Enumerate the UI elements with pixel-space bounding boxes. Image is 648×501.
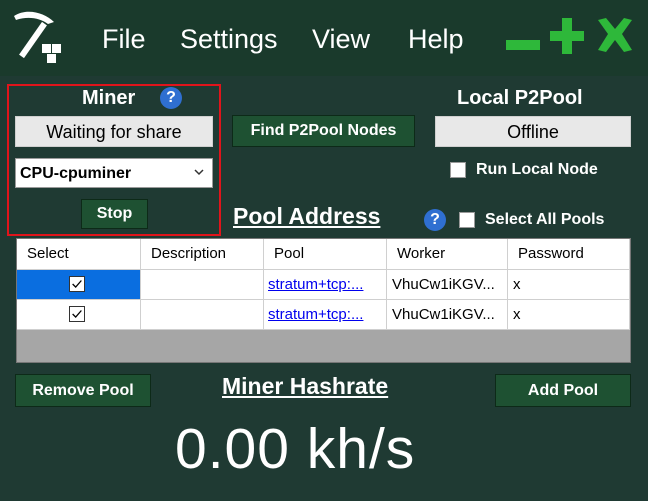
miner-highlight-frame — [7, 84, 221, 236]
menu-view[interactable]: View — [312, 24, 370, 55]
maximize-icon[interactable] — [548, 14, 588, 58]
select-cell[interactable] — [17, 300, 141, 329]
local-p2pool-title: Local P2Pool — [457, 87, 583, 109]
checked-checkbox-icon[interactable] — [69, 306, 85, 322]
grid-header: Select Description Pool Worker Password — [17, 239, 630, 270]
worker-cell[interactable]: VhuCw1iKGV... — [387, 300, 508, 329]
table-row[interactable]: stratum+tcp:... VhuCw1iKGV... x — [17, 270, 630, 300]
pool-grid[interactable]: Select Description Pool Worker Password … — [16, 238, 631, 363]
remove-pool-button[interactable]: Remove Pool — [15, 374, 151, 407]
col-worker[interactable]: Worker — [387, 239, 508, 269]
col-description[interactable]: Description — [141, 239, 264, 269]
p2pool-status-button[interactable]: Offline — [435, 116, 631, 147]
close-icon[interactable] — [594, 14, 636, 58]
minimize-icon[interactable] — [504, 14, 544, 58]
question-icon[interactable]: ? — [424, 209, 446, 231]
col-pool[interactable]: Pool — [264, 239, 387, 269]
pool-address-title: Pool Address — [233, 203, 381, 229]
description-cell[interactable] — [141, 300, 264, 329]
add-pool-button[interactable]: Add Pool — [495, 374, 631, 407]
password-cell[interactable]: x — [508, 270, 630, 299]
menu-file[interactable]: File — [102, 24, 146, 55]
checked-checkbox-icon[interactable] — [69, 276, 85, 292]
pickaxe-logo-icon — [14, 11, 61, 63]
col-select[interactable]: Select — [17, 239, 141, 269]
select-cell[interactable] — [17, 270, 141, 299]
pool-cell[interactable]: stratum+tcp:... — [264, 270, 387, 299]
pool-cell[interactable]: stratum+tcp:... — [264, 300, 387, 329]
table-row[interactable]: stratum+tcp:... VhuCw1iKGV... x — [17, 300, 630, 330]
menu-help[interactable]: Help — [408, 24, 464, 55]
worker-cell[interactable]: VhuCw1iKGV... — [387, 270, 508, 299]
find-p2pool-nodes-button[interactable]: Find P2Pool Nodes — [232, 115, 415, 147]
pool-link[interactable]: stratum+tcp:... — [268, 276, 363, 293]
menu-settings[interactable]: Settings — [180, 24, 278, 55]
hashrate-value: 0.00 kh/s — [175, 417, 416, 481]
menu-bar: File Settings View Help — [0, 0, 648, 76]
select-all-pools-checkbox[interactable] — [459, 212, 475, 228]
description-cell[interactable] — [141, 270, 264, 299]
miner-hashrate-title: Miner Hashrate — [222, 373, 389, 399]
col-password[interactable]: Password — [508, 239, 630, 269]
password-cell[interactable]: x — [508, 300, 630, 329]
pool-link[interactable]: stratum+tcp:... — [268, 306, 363, 323]
run-local-node-checkbox[interactable] — [450, 162, 466, 178]
select-all-pools-label: Select All Pools — [485, 211, 605, 228]
run-local-node-label: Run Local Node — [476, 161, 598, 178]
